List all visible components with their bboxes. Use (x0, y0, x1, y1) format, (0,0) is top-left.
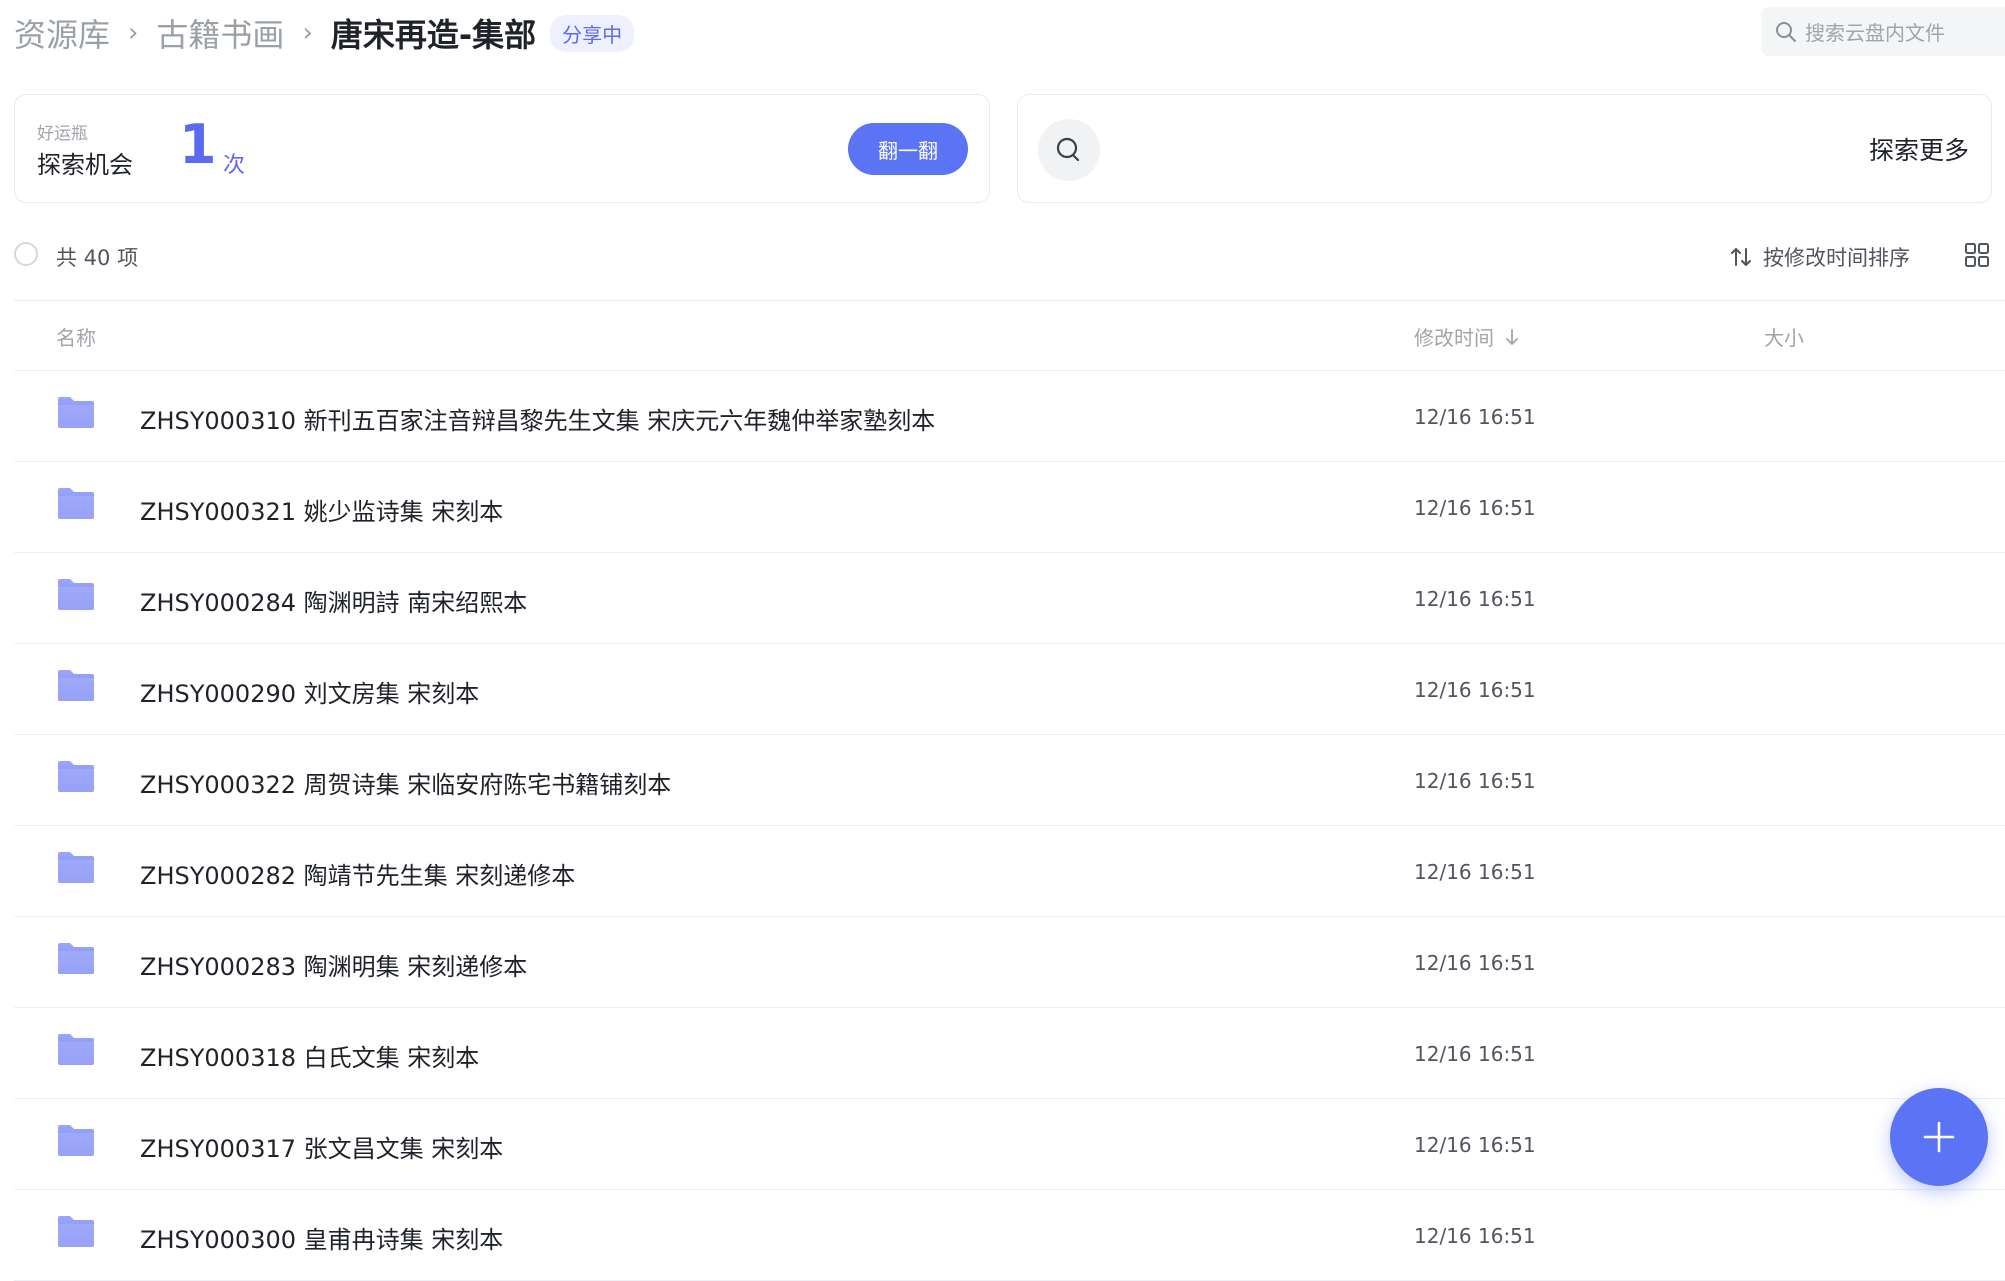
table-row[interactable]: ZHSY000282 陶靖节先生集 宋刻递修本 12/16 16:51 (14, 826, 2005, 917)
explore-search-icon (1038, 119, 1100, 181)
file-name[interactable]: ZHSY000317 张文昌文集 宋刻本 (140, 1129, 503, 1164)
chance-unit: 次 (223, 153, 246, 178)
folder-icon (58, 488, 94, 519)
file-name[interactable]: ZHSY000290 刘文房集 宋刻本 (140, 674, 479, 709)
file-name[interactable]: ZHSY000310 新刊五百家注音辩昌黎先生文集 宋庆元六年魏仲举家塾刻本 (140, 401, 935, 436)
file-name[interactable]: ZHSY000322 周贺诗集 宋临安府陈宅书籍铺刻本 (140, 765, 671, 800)
table-row[interactable]: ZHSY000318 白氏文集 宋刻本 12/16 16:51 (14, 1008, 2005, 1099)
table-header: 名称 修改时间 大小 (14, 318, 2005, 352)
folder-icon (58, 1216, 94, 1247)
explore-more-card[interactable]: 探索更多 (1017, 94, 1992, 203)
file-modified-time: 12/16 16:51 (1414, 587, 1536, 611)
explore-more-label: 探索更多 (1868, 136, 1969, 165)
breadcrumb: 资源库 › 古籍书画 › 唐宋再造-集部 分享中 (14, 10, 635, 56)
table-row[interactable]: ZHSY000310 新刊五百家注音辩昌黎先生文集 宋庆元六年魏仲举家塾刻本 12… (14, 371, 2005, 462)
file-name[interactable]: ZHSY000282 陶靖节先生集 宋刻递修本 (140, 856, 575, 891)
file-modified-time: 12/16 16:51 (1414, 678, 1536, 702)
plus-icon (1923, 1121, 1955, 1153)
column-header-size[interactable]: 大小 (1764, 322, 1804, 351)
folder-icon (58, 852, 94, 883)
table-row[interactable]: ZHSY000283 陶渊明集 宋刻递修本 12/16 16:51 (14, 917, 2005, 1008)
breadcrumb-item-category[interactable]: 古籍书画 (156, 10, 284, 56)
folder-icon (58, 1125, 94, 1156)
file-name[interactable]: ZHSY000284 陶渊明詩 南宋绍熙本 (140, 583, 527, 618)
add-button[interactable] (1890, 1088, 1988, 1186)
file-modified-time: 12/16 16:51 (1414, 405, 1536, 429)
folder-icon (58, 761, 94, 792)
file-modified-time: 12/16 16:51 (1414, 951, 1536, 975)
toolbar-divider (14, 300, 2005, 301)
flip-button[interactable]: 翻一翻 (848, 123, 968, 175)
breadcrumb-separator-icon: › (128, 18, 139, 48)
table-row[interactable]: ZHSY000322 周贺诗集 宋临安府陈宅书籍铺刻本 12/16 16:51 (14, 735, 2005, 826)
table-row[interactable]: ZHSY000321 姚少监诗集 宋刻本 12/16 16:51 (14, 462, 2005, 553)
folder-icon (58, 397, 94, 428)
file-name[interactable]: ZHSY000283 陶渊明集 宋刻递修本 (140, 947, 527, 982)
modified-time-label: 修改时间 (1414, 326, 1494, 350)
breadcrumb-item-library[interactable]: 资源库 (14, 10, 110, 56)
select-all-checkbox[interactable] (14, 242, 38, 266)
folder-icon (58, 943, 94, 974)
folder-icon (58, 579, 94, 610)
file-modified-time: 12/16 16:51 (1414, 496, 1536, 520)
table-row[interactable]: ZHSY000284 陶渊明詩 南宋绍熙本 12/16 16:51 (14, 553, 2005, 644)
folder-icon (58, 1034, 94, 1065)
search-placeholder: 搜索云盘内文件 (1805, 21, 1945, 45)
list-toolbar: 共 40 项 按修改时间排序 (14, 238, 2005, 272)
breadcrumb-current-folder: 唐宋再造-集部 (330, 16, 537, 54)
arrow-down-icon (1506, 328, 1518, 345)
file-name[interactable]: ZHSY000318 白氏文集 宋刻本 (140, 1038, 479, 1073)
grid-view-icon[interactable] (1964, 242, 1990, 272)
cloud-search-input[interactable]: 搜索云盘内文件 (1761, 7, 2005, 56)
lucky-bottle-card: 好运瓶 探索机会 1 次 翻一翻 (14, 94, 990, 203)
item-count: 共 40 项 (56, 246, 139, 270)
file-list: ZHSY000310 新刊五百家注音辩昌黎先生文集 宋庆元六年魏仲举家塾刻本 12… (14, 371, 2005, 1281)
column-header-modified-time[interactable]: 修改时间 (1414, 322, 1520, 351)
file-modified-time: 12/16 16:51 (1414, 1042, 1536, 1066)
sort-button[interactable]: 按修改时间排序 (1729, 242, 1910, 272)
table-row[interactable]: ZHSY000300 皇甫冉诗集 宋刻本 12/16 16:51 (14, 1190, 2005, 1281)
table-row[interactable]: ZHSY000317 张文昌文集 宋刻本 12/16 16:51 (14, 1099, 2005, 1190)
file-modified-time: 12/16 16:51 (1414, 860, 1536, 884)
search-icon (1776, 21, 1796, 42)
file-name[interactable]: ZHSY000300 皇甫冉诗集 宋刻本 (140, 1220, 503, 1255)
lucky-bottle-label: 好运瓶 (37, 124, 88, 144)
chance-count: 1 (179, 113, 217, 176)
sort-label: 按修改时间排序 (1763, 246, 1910, 270)
sharing-status-badge[interactable]: 分享中 (550, 14, 635, 52)
column-header-name[interactable]: 名称 (56, 322, 96, 351)
file-name[interactable]: ZHSY000321 姚少监诗集 宋刻本 (140, 492, 503, 527)
header: 资源库 › 古籍书画 › 唐宋再造-集部 分享中 搜索云盘内文件 (14, 0, 2005, 60)
explore-chance-label: 探索机会 (37, 151, 133, 179)
file-modified-time: 12/16 16:51 (1414, 769, 1536, 793)
folder-icon (58, 670, 94, 701)
breadcrumb-separator-icon: › (302, 18, 313, 48)
file-modified-time: 12/16 16:51 (1414, 1224, 1536, 1248)
sort-icon (1731, 248, 1751, 266)
table-row[interactable]: ZHSY000290 刘文房集 宋刻本 12/16 16:51 (14, 644, 2005, 735)
file-modified-time: 12/16 16:51 (1414, 1133, 1536, 1157)
